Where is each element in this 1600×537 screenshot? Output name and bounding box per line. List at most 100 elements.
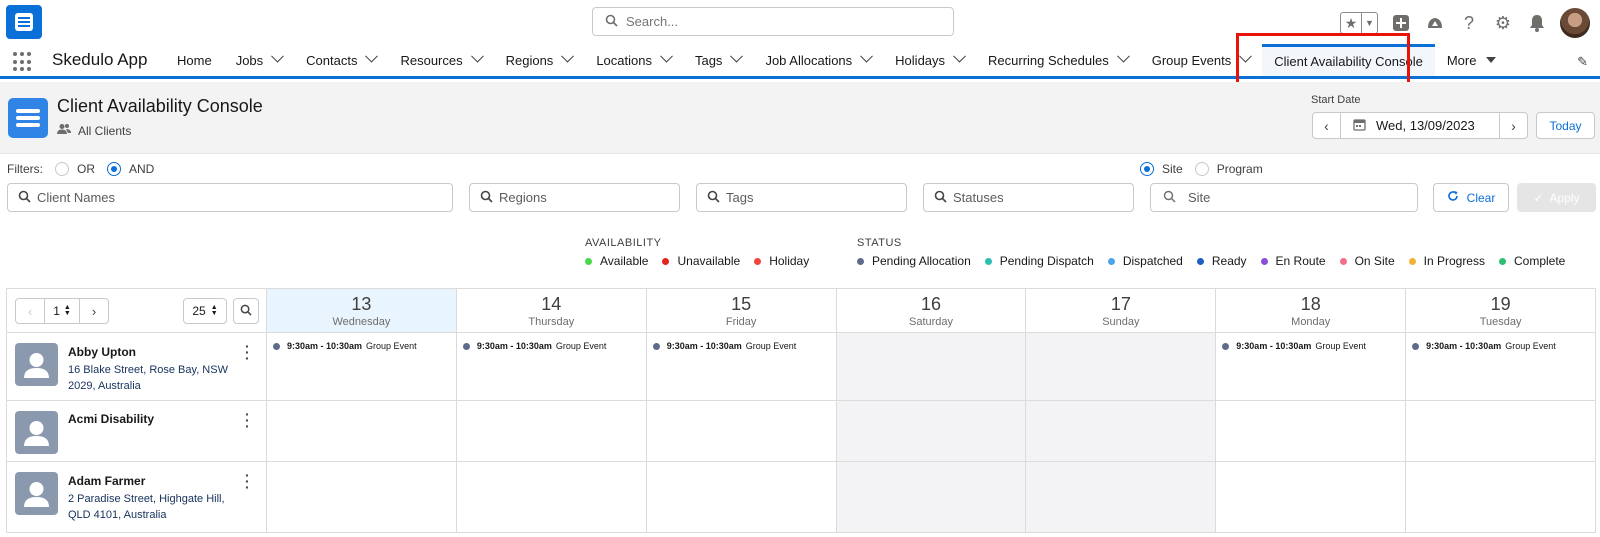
client-name[interactable]: Acmi Disability	[68, 412, 154, 426]
chevron-down-icon[interactable]	[953, 49, 966, 63]
nav-item-recurring-schedules[interactable]: Recurring Schedules	[976, 44, 1140, 76]
nav-item-jobs[interactable]: Jobs	[224, 44, 294, 76]
nav-item-label: Job Allocations	[765, 52, 853, 68]
nav-more-button[interactable]: More	[1435, 44, 1509, 76]
event-item[interactable]: 9:30am - 10:30am Group Event	[1222, 341, 1366, 351]
event-item[interactable]: 9:30am - 10:30am Group Event	[652, 341, 797, 351]
event-item[interactable]: 9:30am - 10:30am Group Event	[273, 341, 417, 351]
day-cell[interactable]: 9:30am - 10:30am Group Event	[647, 333, 837, 400]
chevron-down-icon[interactable]	[860, 49, 874, 63]
nav-item-regions[interactable]: Regions	[494, 44, 585, 76]
global-search-input[interactable]	[626, 14, 926, 29]
day-cell[interactable]	[647, 401, 837, 461]
day-header: 13 Wednesday	[267, 289, 457, 332]
chevron-down-icon[interactable]	[1116, 49, 1130, 63]
page-number-input[interactable]: 1 ▲ ▼	[45, 298, 79, 324]
day-cell[interactable]	[647, 462, 837, 532]
nav-item-contacts[interactable]: Contacts	[294, 44, 388, 76]
day-cell[interactable]	[457, 462, 647, 532]
previous-date-button[interactable]: ‹	[1313, 113, 1341, 138]
more-options-icon[interactable]: · · ·	[245, 339, 250, 365]
program-radio[interactable]	[1194, 162, 1209, 176]
client-name[interactable]: Abby Upton	[68, 345, 136, 359]
page-size-input[interactable]: 25 ▲ ▼	[183, 298, 227, 324]
day-cell[interactable]	[1026, 462, 1217, 532]
day-name: Saturday	[908, 316, 954, 328]
chevron-down-icon[interactable]	[730, 49, 744, 63]
chevron-down-icon[interactable]	[470, 49, 484, 63]
nav-item-locations[interactable]: Locations	[584, 44, 683, 76]
global-search[interactable]	[592, 7, 954, 36]
event-item[interactable]: 9:30am - 10:30am Group Event	[1412, 341, 1556, 351]
or-radio[interactable]	[55, 162, 69, 176]
site-radio[interactable]	[1140, 162, 1154, 176]
day-cell[interactable]	[1216, 401, 1407, 461]
day-cell[interactable]	[836, 462, 1027, 532]
more-options-icon[interactable]: · · ·	[245, 468, 250, 494]
status-dot	[984, 257, 992, 265]
trailhead-icon[interactable]	[1424, 12, 1446, 34]
nav-item-holidays[interactable]: Holidays	[883, 44, 976, 76]
day-cell[interactable]	[1216, 462, 1407, 532]
nav-item-home[interactable]: Home	[165, 44, 224, 76]
event-item[interactable]: 9:30am - 10:30am Group Event	[462, 341, 606, 351]
nav-item-group-events[interactable]: Group Events	[1140, 44, 1263, 76]
day-cell[interactable]	[836, 401, 1027, 461]
nav-item-client-availability-console[interactable]: Client Availability Console	[1262, 44, 1435, 76]
statuses-filter[interactable]: Statuses	[923, 183, 1134, 212]
more-options-icon[interactable]: · · ·	[245, 407, 250, 433]
chevron-down-icon[interactable]	[660, 49, 673, 63]
prev-page-button[interactable]: ‹	[15, 298, 45, 324]
site-filter[interactable]: Site	[1150, 183, 1418, 212]
regions-filter[interactable]: Regions	[469, 183, 680, 212]
gear-icon[interactable]: ⚙	[1492, 12, 1514, 34]
help-icon[interactable]: ?	[1458, 12, 1480, 34]
today-button[interactable]: Today	[1536, 112, 1595, 139]
chevron-down-icon[interactable]	[365, 49, 379, 63]
salesforce-logo-icon[interactable]	[6, 5, 42, 39]
day-cell[interactable]	[457, 401, 647, 461]
client-name[interactable]: Adam Farmer	[68, 474, 145, 488]
user-avatar[interactable]	[1560, 8, 1590, 38]
nav-item-resources[interactable]: Resources	[388, 44, 493, 76]
app-launcher-icon[interactable]	[13, 52, 33, 72]
day-cell[interactable]	[836, 333, 1027, 400]
stepper-icon[interactable]: ▲ ▼	[64, 304, 71, 317]
nav-item-label: Group Events	[1151, 52, 1232, 68]
day-cell[interactable]	[1026, 401, 1217, 461]
nav-item-job-allocations[interactable]: Job Allocations	[753, 44, 883, 76]
bell-icon[interactable]	[1526, 12, 1548, 34]
status-dot	[1260, 257, 1268, 265]
legend-label: En Route	[1275, 254, 1326, 268]
tags-filter[interactable]: Tags	[696, 183, 907, 212]
and-radio[interactable]	[107, 162, 121, 176]
day-cell[interactable]: 9:30am - 10:30am Group Event	[267, 333, 457, 400]
stepper-icon[interactable]: ▲ ▼	[211, 304, 218, 317]
day-cell[interactable]: 9:30am - 10:30am Group Event	[1216, 333, 1407, 400]
chevron-down-icon[interactable]	[561, 49, 575, 63]
day-cell[interactable]	[1406, 401, 1595, 461]
edit-nav-pencil-icon[interactable]: ✎	[1577, 54, 1588, 70]
add-icon[interactable]	[1390, 12, 1412, 34]
star-icon[interactable]: ★	[1341, 13, 1361, 33]
availability-grid: ‹ 1 ▲ ▼ › 25 ▲ ▼ 13 Wednesday 14 Thursday 15…	[6, 288, 1596, 533]
event-type: Group Event	[745, 341, 797, 351]
day-cell[interactable]	[1026, 333, 1217, 400]
start-date-field[interactable]: Wed, 13/09/2023	[1341, 118, 1499, 134]
client-names-filter[interactable]: Client Names	[7, 183, 453, 212]
apply-button[interactable]: ✓ Apply	[1517, 183, 1596, 212]
grid-search-button[interactable]	[233, 298, 259, 324]
nav-item-tags[interactable]: Tags	[683, 44, 753, 76]
day-cell[interactable]	[267, 401, 457, 461]
clear-button[interactable]: Clear	[1433, 183, 1509, 212]
nav-item-label: Regions	[505, 52, 554, 68]
chevron-down-icon[interactable]	[271, 49, 285, 63]
favorites-dropdown-icon[interactable]: ▼	[1361, 13, 1377, 33]
next-date-button[interactable]: ›	[1499, 113, 1527, 138]
chevron-down-icon[interactable]	[1239, 49, 1253, 63]
day-cell[interactable]	[267, 462, 457, 532]
day-cell[interactable]: 9:30am - 10:30am Group Event	[1406, 333, 1595, 400]
day-cell[interactable]: 9:30am - 10:30am Group Event	[457, 333, 647, 400]
day-cell[interactable]	[1406, 462, 1595, 532]
next-page-button[interactable]: ›	[79, 298, 109, 324]
